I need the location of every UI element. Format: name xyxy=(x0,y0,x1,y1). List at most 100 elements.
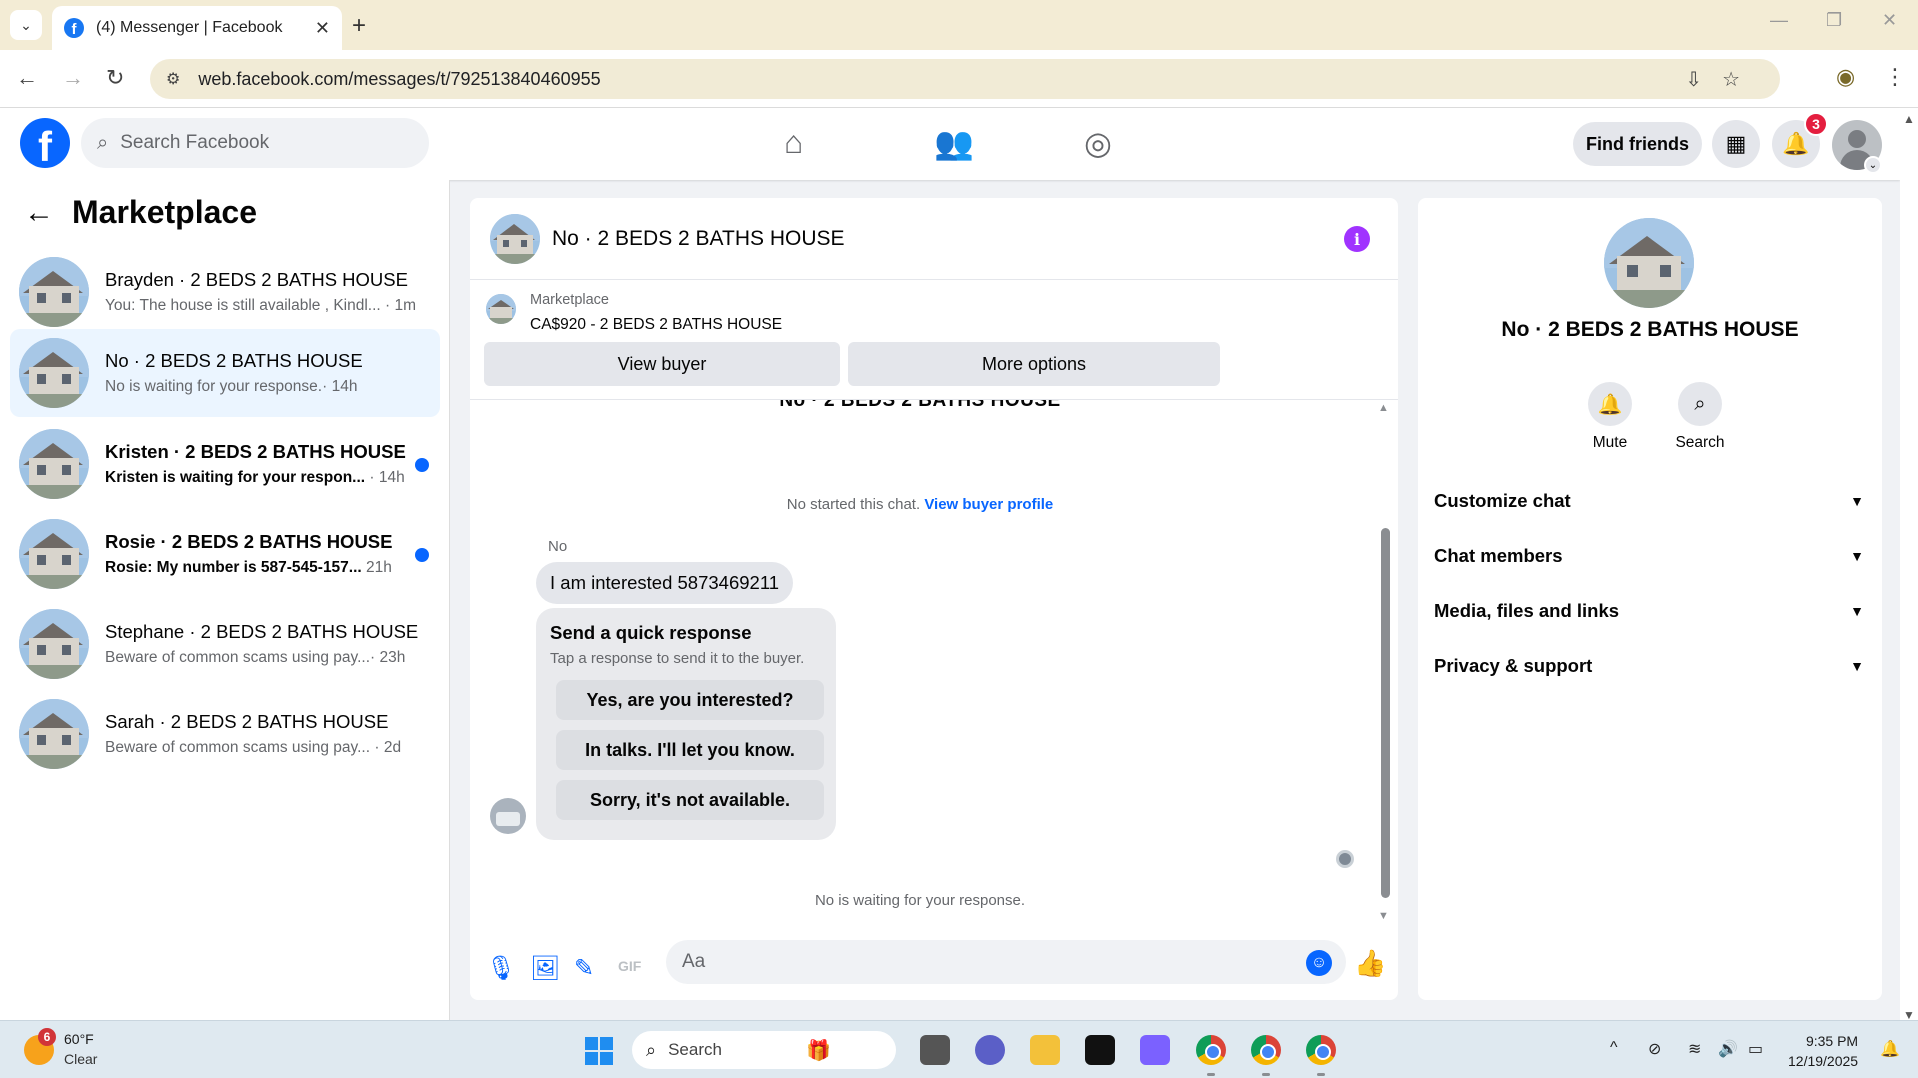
message-list[interactable]: No · 2 BEDS 2 BATHS HOUSE No started thi… xyxy=(470,400,1398,920)
restore-icon[interactable]: ❐ xyxy=(1826,10,1842,31)
groups-icon[interactable]: ◎ xyxy=(1084,124,1112,162)
snipping-tool-icon[interactable] xyxy=(1140,1035,1170,1065)
install-bookmark-icons[interactable]: ⇩☆ xyxy=(1685,67,1760,92)
chat-intro-title: No · 2 BEDS 2 BATHS HOUSE xyxy=(779,400,1061,411)
temperature[interactable]: 60°F xyxy=(64,1031,94,1047)
find-friends-button[interactable]: Find friends xyxy=(1573,122,1702,166)
message-input[interactable] xyxy=(666,940,1346,984)
photo-icon[interactable]: 🖼 xyxy=(530,954,560,983)
buyer-avatar[interactable] xyxy=(490,798,526,834)
conversation-item[interactable]: Rosie · 2 BEDS 2 BATHS HOUSE Rosie: My n… xyxy=(10,510,440,598)
conversation-preview: Kristen is waiting for your respon... xyxy=(105,469,366,486)
back-arrow-icon[interactable]: ← xyxy=(24,196,54,230)
browser-tab[interactable]: f (4) Messenger | Facebook ✕ xyxy=(52,6,342,50)
chat-title[interactable]: No · 2 BEDS 2 BATHS HOUSE xyxy=(552,227,845,251)
url-text[interactable]: web.facebook.com/messages/t/792513840460… xyxy=(198,69,600,90)
file-explorer-icon[interactable] xyxy=(1030,1035,1060,1065)
quick-reply-button[interactable]: Sorry, it's not available. xyxy=(556,780,824,820)
more-options-button[interactable]: More options xyxy=(848,342,1220,386)
facebook-search-input[interactable] xyxy=(120,132,401,154)
address-bar[interactable]: ⚙ web.facebook.com/messages/t/7925138404… xyxy=(150,59,1780,99)
conversation-time: · 14h xyxy=(322,378,358,395)
privacy-support-section[interactable]: Privacy & support ▼ xyxy=(1434,646,1864,686)
chrome-profile-icon[interactable] xyxy=(1251,1035,1281,1065)
like-icon[interactable]: 👍 xyxy=(1354,948,1386,979)
facebook-logo-icon[interactable]: f xyxy=(20,118,70,168)
forward-icon[interactable]: → xyxy=(62,65,84,91)
facebook-search[interactable]: ⌕ xyxy=(81,118,429,168)
close-tab-icon[interactable]: ✕ xyxy=(315,18,330,39)
conversation-item[interactable]: Stephane · 2 BEDS 2 BATHS HOUSE Beware o… xyxy=(10,600,440,688)
chat-avatar[interactable] xyxy=(490,213,540,264)
scroll-down-icon[interactable]: ▼ xyxy=(1378,910,1389,922)
conversation-item-active[interactable]: No · 2 BEDS 2 BATHS HOUSE No is waiting … xyxy=(10,329,440,417)
sidebar-header: ← Marketplace xyxy=(24,194,257,231)
media-files-section[interactable]: Media, files and links ▼ xyxy=(1434,591,1864,631)
conversation-item[interactable]: Kristen · 2 BEDS 2 BATHS HOUSE Kristen i… xyxy=(10,420,440,508)
view-buyer-button[interactable]: View buyer xyxy=(484,342,840,386)
account-chevron-icon[interactable]: ⌄ xyxy=(1864,156,1882,174)
windows-start-icon[interactable] xyxy=(585,1037,613,1065)
chrome-icon[interactable] xyxy=(1196,1035,1226,1065)
view-buyer-profile-link[interactable]: View buyer profile xyxy=(924,496,1053,513)
conversation-avatar[interactable] xyxy=(1604,218,1694,308)
app-running-indicator xyxy=(1317,1073,1325,1076)
reload-icon[interactable]: ↻ xyxy=(106,65,124,91)
conversation-time: · 23h xyxy=(370,649,406,666)
conversation-item[interactable]: Brayden · 2 BEDS 2 BATHS HOUSE You: The … xyxy=(10,248,440,336)
friends-icon[interactable]: 👥 xyxy=(934,124,974,162)
search-icon: ⌕ xyxy=(646,1039,657,1060)
wifi-icon[interactable]: ≋ xyxy=(1688,1039,1701,1059)
chat-members-section[interactable]: Chat members ▼ xyxy=(1434,536,1864,576)
message-bubble[interactable]: I am interested 5873469211 xyxy=(536,562,794,604)
quick-reply-button[interactable]: In talks. I'll let you know. xyxy=(556,730,824,770)
started-text: No started this chat. xyxy=(786,496,921,513)
chevron-down-icon: ▼ xyxy=(1850,658,1864,674)
menu-icon[interactable]: ⋮ xyxy=(1884,64,1906,90)
scroll-up-icon[interactable]: ▲ xyxy=(1378,402,1389,414)
chat-scrollbar[interactable] xyxy=(1381,528,1390,898)
quick-reply-button[interactable]: Yes, are you interested? xyxy=(556,680,824,720)
home-icon[interactable]: ⌂ xyxy=(784,124,803,161)
conversation-name: No · 2 BEDS 2 BATHS HOUSE xyxy=(105,350,363,371)
clock[interactable]: 9:35 PM 12/19/2025 xyxy=(1788,1031,1858,1071)
info-icon[interactable]: i xyxy=(1344,226,1370,252)
search-action[interactable]: ⌕ Search xyxy=(1660,382,1740,452)
message-composer: 🎙 🖼 ✎ GIF ☺ 👍 xyxy=(470,940,1398,1000)
window-close-icon[interactable]: ✕ xyxy=(1882,10,1897,31)
site-info-icon[interactable]: ⚙ xyxy=(166,69,180,89)
notification-center-icon[interactable]: 🔔 xyxy=(1880,1039,1900,1059)
volume-icon[interactable]: 🔊 xyxy=(1718,1039,1738,1059)
task-view-icon[interactable] xyxy=(920,1035,950,1065)
tab-search-button[interactable]: ⌄ xyxy=(10,10,42,40)
customize-chat-section[interactable]: Customize chat ▼ xyxy=(1434,481,1864,521)
gif-icon[interactable]: GIF xyxy=(618,958,641,974)
minimize-icon[interactable]: — xyxy=(1770,10,1788,31)
profile-icon[interactable]: ◉ xyxy=(1836,64,1855,90)
microphone-icon[interactable]: 🎙 xyxy=(486,954,516,983)
chrome-profile-icon[interactable] xyxy=(1306,1035,1336,1065)
search-icon[interactable]: ⌕ xyxy=(1678,382,1722,426)
battery-icon[interactable]: ▭ xyxy=(1748,1039,1763,1059)
teams-chat-icon[interactable] xyxy=(975,1035,1005,1065)
taskbar-search-label: Search xyxy=(668,1040,722,1059)
weather-condition[interactable]: Clear xyxy=(64,1051,97,1067)
new-tab-button[interactable]: + xyxy=(352,12,366,40)
conversation-item[interactable]: Sarah · 2 BEDS 2 BATHS HOUSE Beware of c… xyxy=(10,690,440,778)
tray-chevron-icon[interactable]: ^ xyxy=(1610,1039,1618,1057)
listing-thumbnail[interactable] xyxy=(486,294,516,324)
page-scroll-up-icon[interactable]: ▲ xyxy=(1903,112,1915,126)
listing-title[interactable]: CA$920 - 2 BEDS 2 BATHS HOUSE xyxy=(530,316,782,334)
emoji-icon[interactable]: ☺ xyxy=(1306,950,1332,976)
capcut-icon[interactable] xyxy=(1085,1035,1115,1065)
sticker-icon[interactable]: ✎ xyxy=(574,954,594,983)
network-off-icon[interactable]: ⊘ xyxy=(1648,1039,1661,1059)
mute-action[interactable]: 🔔 Mute xyxy=(1570,382,1650,452)
back-icon[interactable]: ← xyxy=(16,65,38,91)
search-highlight-icon: 🎁 xyxy=(805,1039,831,1062)
chevron-down-icon: ▼ xyxy=(1850,493,1864,509)
bell-icon[interactable]: 🔔 xyxy=(1588,382,1632,426)
menu-grid-icon[interactable]: ▦ xyxy=(1712,120,1760,168)
taskbar-search[interactable]: ⌕ Search 🎁 xyxy=(632,1031,896,1069)
page-scrollbar[interactable]: ▲ ▼ xyxy=(1900,108,1918,1022)
